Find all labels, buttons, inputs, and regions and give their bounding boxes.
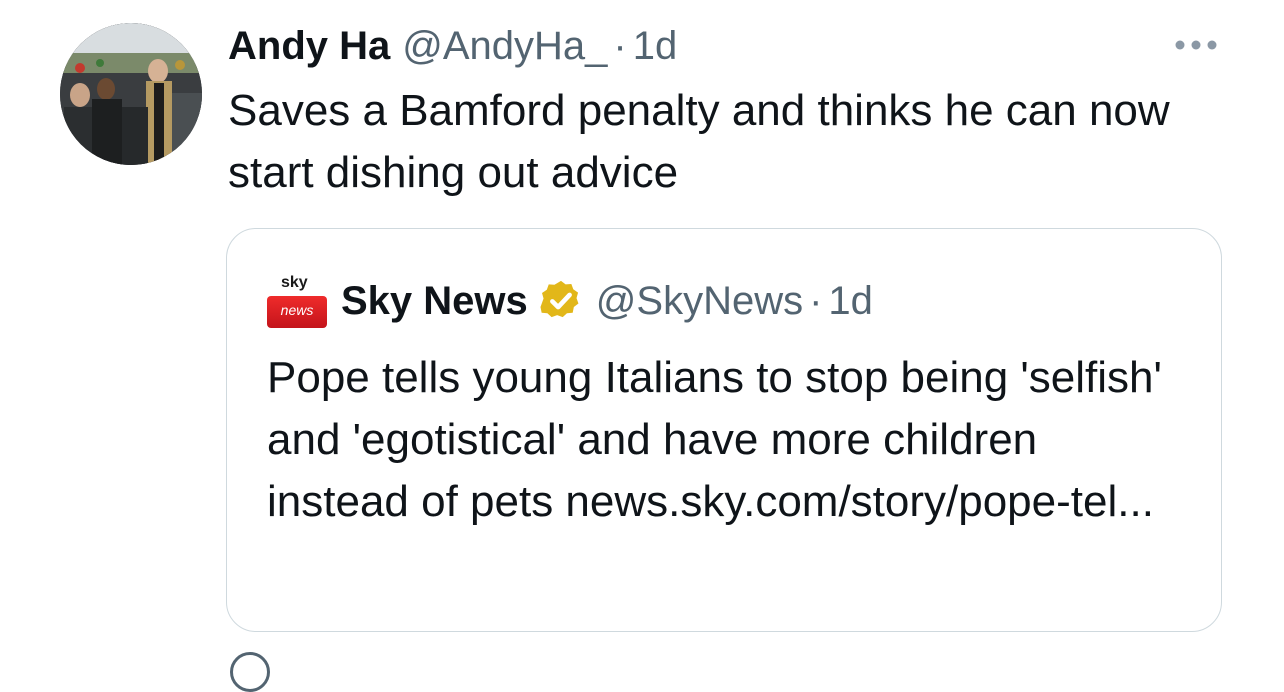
sky-news-logo[interactable]: sky news xyxy=(267,272,329,330)
author-display-name[interactable]: Andy Ha xyxy=(228,18,390,74)
quoted-timestamp[interactable]: 1d xyxy=(828,273,873,329)
more-options-button[interactable] xyxy=(1170,30,1222,60)
sky-logo-text: sky xyxy=(281,274,308,291)
tweet[interactable]: Andy Ha @AndyHa_ · 1d Saves a Bamford pe… xyxy=(0,0,1284,692)
quoted-display-name[interactable]: Sky News xyxy=(341,273,528,329)
tweet-header: Andy Ha @AndyHa_ · 1d xyxy=(228,18,677,74)
more-dots-icon xyxy=(1175,40,1217,50)
tweet-timestamp[interactable]: 1d xyxy=(633,18,678,74)
reply-icon[interactable] xyxy=(230,652,270,692)
tweet-text: Saves a Bamford penalty and thinks he ca… xyxy=(228,86,1170,197)
news-logo-text: news xyxy=(280,302,314,318)
author-avatar[interactable] xyxy=(60,23,202,165)
quoted-header-separator: · xyxy=(809,279,823,323)
quoted-tweet-text: Pope tells young Italians to stop being … xyxy=(267,353,1162,526)
header-separator: · xyxy=(613,24,627,68)
quoted-tweet-card[interactable]: sky news Sky News @SkyNews · 1d Pope tel… xyxy=(226,228,1222,632)
verified-badge-icon xyxy=(540,280,579,318)
quoted-tweet-header: sky news Sky News @SkyNews · 1d xyxy=(267,273,873,329)
quoted-handle[interactable]: @SkyNews xyxy=(596,273,803,329)
author-handle[interactable]: @AndyHa_ xyxy=(402,18,607,74)
profile-photo xyxy=(60,23,202,165)
